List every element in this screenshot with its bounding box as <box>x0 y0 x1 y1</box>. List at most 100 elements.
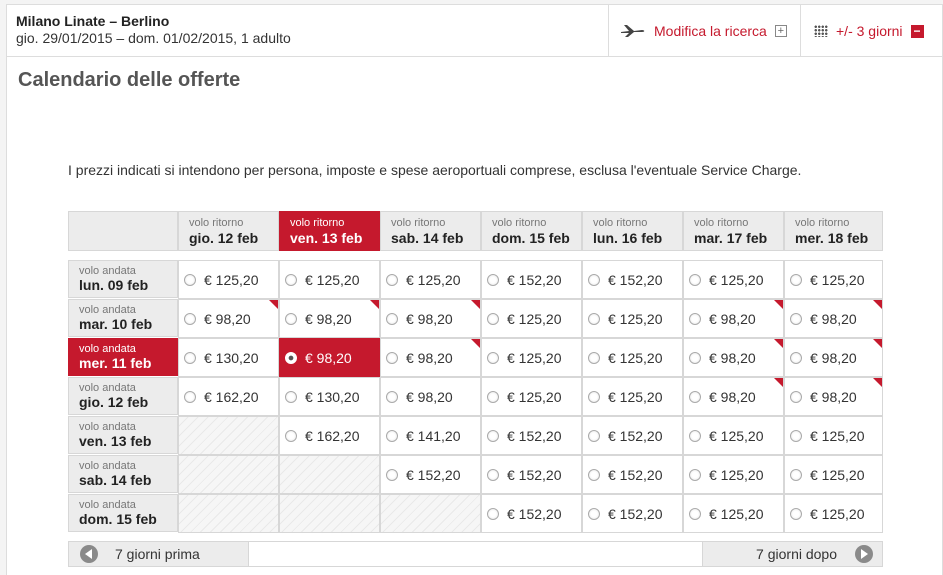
fare-option[interactable]: € 98,20 <box>683 338 784 377</box>
fare-option[interactable]: € 125,20 <box>582 299 683 338</box>
fare-radio[interactable] <box>689 312 701 325</box>
fare-option[interactable]: € 141,20 <box>380 416 481 455</box>
fare-radio[interactable] <box>487 507 499 520</box>
departure-date-header: volo andata gio. 12 feb <box>68 377 178 415</box>
departure-header-label: volo andata <box>79 265 136 277</box>
fare-price: € 152,20 <box>406 466 461 483</box>
fare-radio[interactable] <box>790 390 802 403</box>
fare-radio[interactable] <box>487 312 499 325</box>
fare-radio[interactable] <box>689 390 701 403</box>
fare-option[interactable]: € 98,20 <box>380 377 481 416</box>
fare-radio[interactable] <box>184 273 196 286</box>
fare-radio[interactable] <box>487 429 499 442</box>
fare-option[interactable]: € 98,20 <box>683 377 784 416</box>
fare-radio[interactable] <box>588 390 600 403</box>
travel-dates: gio. 29/01/2015 – dom. 01/02/2015, 1 adu… <box>16 30 291 46</box>
fare-radio[interactable] <box>588 468 600 481</box>
fare-radio[interactable] <box>790 273 802 286</box>
fare-option[interactable]: € 125,20 <box>683 455 784 494</box>
fare-option[interactable]: € 152,20 <box>380 455 481 494</box>
modify-search-button[interactable]: Modifica la ricerca + <box>608 5 800 57</box>
fare-option[interactable]: € 152,20 <box>481 416 582 455</box>
fare-option[interactable]: € 125,20 <box>481 377 582 416</box>
fare-radio[interactable] <box>487 273 499 286</box>
fare-option[interactable]: € 125,20 <box>683 494 784 533</box>
fare-option[interactable]: € 125,20 <box>380 260 481 299</box>
fare-radio[interactable] <box>184 351 196 364</box>
airplane-icon <box>621 25 645 37</box>
fare-radio[interactable] <box>790 429 802 442</box>
fare-radio[interactable] <box>184 390 196 403</box>
fare-option[interactable]: € 125,20 <box>683 260 784 299</box>
fare-radio[interactable] <box>285 273 297 286</box>
fare-radio[interactable] <box>790 312 802 325</box>
fare-option[interactable]: € 98,20 <box>279 338 380 377</box>
fare-option[interactable]: € 125,20 <box>481 338 582 377</box>
fare-option[interactable]: € 162,20 <box>178 377 279 416</box>
fare-option[interactable]: € 98,20 <box>784 299 883 338</box>
fare-option[interactable]: € 98,20 <box>279 299 380 338</box>
fare-option[interactable]: € 152,20 <box>582 494 683 533</box>
fare-option[interactable]: € 125,20 <box>784 260 883 299</box>
fare-option[interactable]: € 152,20 <box>582 416 683 455</box>
fare-radio[interactable] <box>689 429 701 442</box>
fare-option[interactable]: € 125,20 <box>683 416 784 455</box>
fare-option[interactable]: € 125,20 <box>784 416 883 455</box>
plus-minus-days-button[interactable]: +/- 3 giorni − <box>800 5 943 57</box>
fare-option[interactable]: € 98,20 <box>683 299 784 338</box>
fare-radio[interactable] <box>689 351 701 364</box>
fare-radio[interactable] <box>487 468 499 481</box>
fare-radio[interactable] <box>588 507 600 520</box>
departure-header-label: volo andata <box>79 460 136 472</box>
fare-option[interactable]: € 98,20 <box>178 299 279 338</box>
fare-radio[interactable] <box>790 351 802 364</box>
plus-box-icon: + <box>774 25 787 37</box>
fare-option[interactable]: € 98,20 <box>380 338 481 377</box>
fare-radio[interactable] <box>588 312 600 325</box>
fare-option[interactable]: € 125,20 <box>784 494 883 533</box>
fare-option[interactable]: € 130,20 <box>279 377 380 416</box>
fare-radio[interactable] <box>487 390 499 403</box>
fare-radio[interactable] <box>588 351 600 364</box>
fare-radio[interactable] <box>184 312 196 325</box>
fare-radio[interactable] <box>386 312 398 325</box>
fare-option[interactable]: € 162,20 <box>279 416 380 455</box>
fare-option[interactable]: € 125,20 <box>279 260 380 299</box>
fare-radio[interactable] <box>487 351 499 364</box>
fare-option[interactable]: € 125,20 <box>582 377 683 416</box>
fare-radio[interactable] <box>790 507 802 520</box>
fare-radio[interactable] <box>386 429 398 442</box>
fare-radio[interactable] <box>689 273 701 286</box>
fare-option[interactable]: € 152,20 <box>481 494 582 533</box>
fare-option[interactable]: € 98,20 <box>380 299 481 338</box>
fare-radio[interactable] <box>588 429 600 442</box>
fare-radio[interactable] <box>588 273 600 286</box>
fare-radio[interactable] <box>285 351 297 364</box>
fare-price: € 152,20 <box>608 466 663 483</box>
fare-radio[interactable] <box>285 390 297 403</box>
fare-option[interactable]: € 125,20 <box>178 260 279 299</box>
fare-option[interactable]: € 152,20 <box>481 455 582 494</box>
fare-radio[interactable] <box>689 468 701 481</box>
search-summary-bar: Milano Linate – Berlino gio. 29/01/2015 … <box>6 4 943 57</box>
fare-radio[interactable] <box>689 507 701 520</box>
fare-option[interactable]: € 125,20 <box>582 338 683 377</box>
fare-radio[interactable] <box>285 429 297 442</box>
next-week-button[interactable]: 7 giorni dopo <box>702 542 882 566</box>
fare-option[interactable]: € 152,20 <box>582 260 683 299</box>
fare-option[interactable]: € 152,20 <box>481 260 582 299</box>
fare-radio[interactable] <box>386 390 398 403</box>
fare-radio[interactable] <box>386 273 398 286</box>
fare-radio[interactable] <box>790 468 802 481</box>
fare-radio[interactable] <box>386 468 398 481</box>
departure-date-header: volo andata ven. 13 feb <box>68 416 178 454</box>
fare-radio[interactable] <box>285 312 297 325</box>
fare-option[interactable]: € 125,20 <box>481 299 582 338</box>
fare-option[interactable]: € 98,20 <box>784 377 883 416</box>
fare-radio[interactable] <box>386 351 398 364</box>
prev-week-button[interactable]: 7 giorni prima <box>69 542 249 566</box>
fare-option[interactable]: € 98,20 <box>784 338 883 377</box>
fare-option[interactable]: € 130,20 <box>178 338 279 377</box>
fare-option[interactable]: € 125,20 <box>784 455 883 494</box>
fare-option[interactable]: € 152,20 <box>582 455 683 494</box>
